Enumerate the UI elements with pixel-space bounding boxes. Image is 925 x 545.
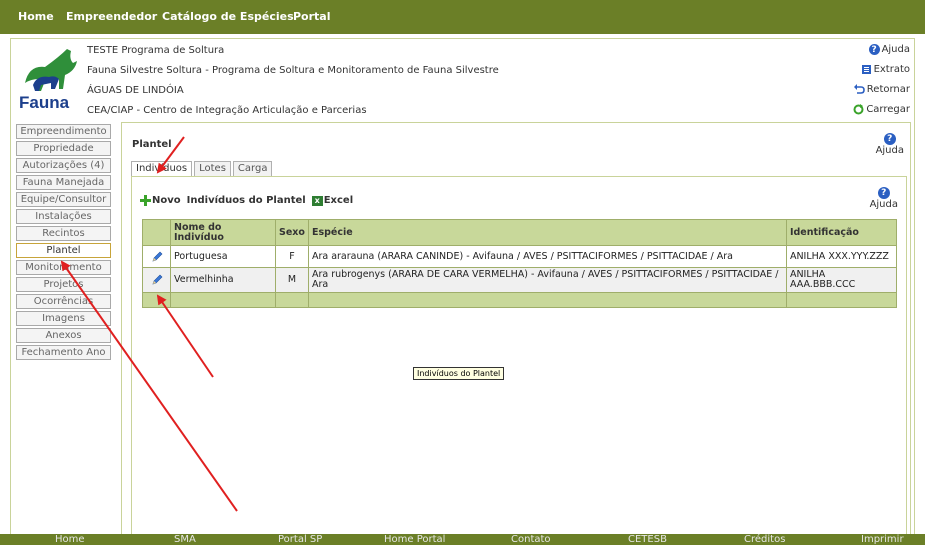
panel-help-label: Ajuda xyxy=(869,199,898,210)
column-header-species[interactable]: Espécie xyxy=(307,219,787,246)
column-header-identification[interactable]: Identificação xyxy=(785,219,898,246)
footer-link-imprimir[interactable]: Imprimir xyxy=(861,534,904,545)
edit-cell xyxy=(142,267,171,293)
logo-text: Fauna xyxy=(19,93,70,111)
cell-sex: F xyxy=(275,245,309,268)
table-row: Vermelhinha M Ara rubrogenys (ARARA DE C… xyxy=(142,267,898,293)
table-header-row: Nome do Indivíduo Sexo Espécie Identific… xyxy=(142,219,898,246)
nav-catalogo-especies[interactable]: Catálogo de Espécies xyxy=(162,10,294,23)
pencil-icon[interactable] xyxy=(151,251,163,263)
sidebar-item-plantel[interactable]: Plantel xyxy=(16,243,111,258)
nav-home[interactable]: Home xyxy=(18,10,54,23)
cell-species: Ara rubrogenys (ARARA DE CARA VERMELHA) … xyxy=(307,267,787,293)
sidebar-item-fauna-manejada[interactable]: Fauna Manejada xyxy=(16,175,111,190)
tab-individuos[interactable]: Indivíduos xyxy=(131,161,193,176)
help-link-label: Ajuda xyxy=(881,44,910,55)
load-link-label: Carregar xyxy=(866,104,910,115)
sidebar-item-propriedade[interactable]: Propriedade xyxy=(16,141,111,156)
footer-link-creditos[interactable]: Créditos xyxy=(744,534,785,545)
help-icon: ? xyxy=(877,187,890,199)
plus-icon xyxy=(140,195,151,206)
sidebar-item-monitoramento[interactable]: Monitoramento xyxy=(16,260,111,275)
help-icon: ? xyxy=(868,44,880,55)
tab-carga[interactable]: Carga xyxy=(232,161,273,176)
return-link-label: Retornar xyxy=(866,84,910,95)
panel-help-button[interactable]: ? Ajuda xyxy=(870,187,898,210)
return-link[interactable]: Retornar xyxy=(853,84,910,95)
footer-link-home[interactable]: Home xyxy=(55,534,85,545)
tab-lotes[interactable]: Lotes xyxy=(194,161,231,176)
program-organization: CEA/CIAP - Centro de Integração Articula… xyxy=(87,105,367,116)
sidebar-item-empreendimento[interactable]: Empreendimento xyxy=(16,124,111,139)
cell-name: Vermelhinha xyxy=(170,267,276,293)
table-row: Portuguesa F Ara ararauna (ARARA CANINDE… xyxy=(142,245,898,268)
nav-portal[interactable]: Portal xyxy=(293,10,331,23)
excel-button-label: Excel xyxy=(323,195,354,206)
fauna-logo: Fauna xyxy=(19,49,77,111)
pencil-icon[interactable] xyxy=(151,274,163,286)
nav-empreendedor[interactable]: Empreendedor xyxy=(66,10,157,23)
sidebar-item-projetos[interactable]: Projetos xyxy=(16,277,111,292)
table-footer-row xyxy=(142,292,898,308)
program-municipality: ÁGUAS DE LINDÓIA xyxy=(87,85,184,96)
column-header-name[interactable]: Nome do Indivíduo xyxy=(170,219,276,246)
toolbar-title: Indivíduos do Plantel xyxy=(186,195,306,206)
column-header-sex[interactable]: Sexo xyxy=(275,219,309,246)
new-button-label: Novo xyxy=(152,195,181,206)
top-navigation-bar: Home Empreendedor Catálogo de Espécies P… xyxy=(0,0,925,34)
new-button[interactable]: Novo xyxy=(140,195,181,206)
help-link[interactable]: ? Ajuda xyxy=(868,44,910,55)
footer-link-sma[interactable]: SMA xyxy=(174,534,196,545)
sidebar-menu: Empreendimento Propriedade Autorizações … xyxy=(16,124,111,362)
refresh-icon xyxy=(853,104,864,115)
cell-identification: ANILHA XXX.YYY.ZZZ xyxy=(785,245,898,268)
individuos-panel: Novo Indivíduos do Plantel x Excel ? Aju… xyxy=(131,176,907,535)
help-button-label: Ajuda xyxy=(875,145,904,156)
page-title: Plantel xyxy=(132,139,172,150)
edit-cell xyxy=(142,245,171,268)
sidebar-item-fechamento-ano[interactable]: Fechamento Ano xyxy=(16,345,111,360)
sidebar-item-recintos[interactable]: Recintos xyxy=(16,226,111,241)
tab-bar: Indivíduos Lotes Carga xyxy=(131,161,273,176)
program-header: Fauna TESTE Programa de Soltura Fauna Si… xyxy=(11,39,914,121)
sidebar-item-imagens[interactable]: Imagens xyxy=(16,311,111,326)
load-link[interactable]: Carregar xyxy=(853,104,910,115)
footer-link-portal-sp[interactable]: Portal SP xyxy=(278,534,322,545)
sidebar-item-anexos[interactable]: Anexos xyxy=(16,328,111,343)
sidebar-item-equipe-consultor[interactable]: Equipe/Consultor xyxy=(16,192,111,207)
cell-identification: ANILHA AAA.BBB.CCC xyxy=(785,267,898,293)
help-button[interactable]: ? Ajuda xyxy=(876,133,904,156)
cell-name: Portuguesa xyxy=(170,245,276,268)
return-arrow-icon xyxy=(853,84,865,94)
main-frame: Fauna TESTE Programa de Soltura Fauna Si… xyxy=(10,38,915,536)
cell-species: Ara ararauna (ARARA CANINDE) - Avifauna … xyxy=(307,245,787,268)
document-icon xyxy=(861,65,871,74)
footer-link-contato[interactable]: Contato xyxy=(511,534,551,545)
sidebar-item-ocorrencias[interactable]: Ocorrências xyxy=(16,294,111,309)
footer-bar: Home SMA Portal SP Home Portal Contato C… xyxy=(0,534,925,545)
tooltip: Indivíduos do Plantel xyxy=(413,367,505,380)
footer-link-cetesb[interactable]: CETESB xyxy=(628,534,667,545)
sidebar-item-instalacoes[interactable]: Instalações xyxy=(16,209,111,224)
program-subtitle: Fauna Silvestre Soltura - Programa de So… xyxy=(87,65,499,76)
column-header-actions xyxy=(142,219,171,246)
program-title: TESTE Programa de Soltura xyxy=(87,45,225,56)
plantel-content: Plantel ? Ajuda Indivíduos Lotes Carga N… xyxy=(121,122,911,535)
excel-button[interactable]: x Excel xyxy=(311,195,354,206)
extract-link[interactable]: Extrato xyxy=(861,64,910,75)
cell-sex: M xyxy=(275,267,309,293)
toolbar: Novo Indivíduos do Plantel x Excel xyxy=(140,195,353,206)
extract-link-label: Extrato xyxy=(873,64,910,75)
footer-link-home-portal[interactable]: Home Portal xyxy=(384,534,445,545)
individuals-table: Nome do Indivíduo Sexo Espécie Identific… xyxy=(142,219,898,308)
help-icon: ? xyxy=(883,133,896,145)
sidebar-item-autorizacoes[interactable]: Autorizações (4) xyxy=(16,158,111,173)
excel-icon: x xyxy=(311,195,323,206)
